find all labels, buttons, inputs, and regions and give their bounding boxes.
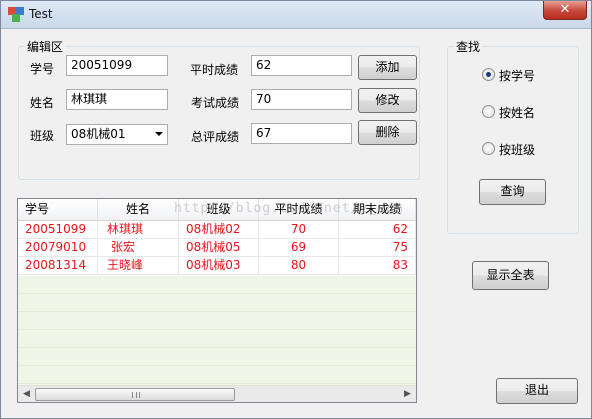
app-icon — [8, 7, 24, 23]
app-window: Test ✕ 编辑区 学号 20051099 姓名 林琪琪 班级 08机械01 … — [0, 0, 592, 419]
delete-button[interactable]: 删除 — [358, 120, 417, 145]
search-group-legend: 查找 — [456, 40, 481, 54]
grid-rows: 20051099 林琪琪 08机械02 70 62 20079010 张宏 08… — [18, 221, 416, 275]
table-row[interactable]: 20081314 王晓峰 08机械03 80 83 — [18, 257, 416, 275]
title-bar: Test ✕ — [1, 1, 591, 29]
column-header-name[interactable]: 姓名 — [98, 199, 179, 220]
grip-icon — [132, 392, 140, 398]
total-score-label: 总评成绩 — [191, 130, 240, 144]
table-row[interactable]: 20079010 张宏 08机械05 69 75 — [18, 239, 416, 257]
total-score-input[interactable]: 67 — [251, 123, 352, 144]
regular-score-input[interactable]: 62 — [251, 55, 352, 76]
scrollbar-thumb[interactable] — [35, 388, 235, 401]
cell-final[interactable]: 62 — [339, 221, 416, 238]
class-select[interactable]: 08机械01 — [66, 124, 168, 145]
cell-id[interactable]: 20081314 — [18, 257, 98, 274]
exam-score-label: 考试成绩 — [191, 96, 240, 110]
close-button[interactable]: ✕ — [543, 1, 587, 20]
name-input[interactable]: 林琪琪 — [66, 89, 168, 110]
cell-id[interactable]: 20079010 — [18, 239, 98, 256]
class-select-value: 08机械01 — [71, 127, 126, 141]
column-header-class[interactable]: 班级 — [179, 199, 259, 220]
radio-by-class-button[interactable] — [482, 142, 495, 155]
window-title: Test — [29, 7, 53, 21]
column-header-regular[interactable]: 平时成绩 — [259, 199, 339, 220]
grid-empty-area — [18, 276, 416, 387]
radio-by-name-button[interactable] — [482, 105, 495, 118]
close-icon: ✕ — [559, 2, 571, 17]
cell-regular[interactable]: 70 — [259, 221, 339, 238]
scroll-right-icon[interactable]: ▶ — [399, 386, 416, 402]
exit-button[interactable]: 退出 — [496, 378, 578, 404]
query-button[interactable]: 查询 — [479, 179, 546, 205]
show-all-button[interactable]: 显示全表 — [472, 261, 549, 290]
cell-regular[interactable]: 69 — [259, 239, 339, 256]
class-label: 班级 — [30, 129, 55, 143]
cell-id[interactable]: 20051099 — [18, 221, 98, 238]
cell-class[interactable]: 08机械02 — [179, 221, 259, 238]
radio-by-id-label: 按学号 — [499, 69, 536, 83]
chevron-down-icon[interactable] — [155, 132, 163, 136]
cell-name[interactable]: 张宏 — [98, 239, 179, 256]
student-id-input[interactable]: 20051099 — [66, 55, 168, 76]
modify-button[interactable]: 修改 — [358, 88, 417, 113]
client-area: 编辑区 学号 20051099 姓名 林琪琪 班级 08机械01 平时成绩 62… — [2, 30, 590, 418]
cell-name[interactable]: 林琪琪 — [98, 221, 179, 238]
cell-final[interactable]: 83 — [339, 257, 416, 274]
table-row[interactable]: 20051099 林琪琪 08机械02 70 62 — [18, 221, 416, 239]
column-header-final[interactable]: 期末成绩 — [339, 199, 416, 220]
student-grid[interactable]: 学号 姓名 班级 平时成绩 期末成绩 http://blog.csdn.net/… — [17, 198, 417, 403]
radio-by-name-label: 按姓名 — [499, 106, 536, 120]
radio-by-class-label: 按班级 — [499, 143, 536, 157]
cell-name[interactable]: 王晓峰 — [98, 257, 179, 274]
grid-header: 学号 姓名 班级 平时成绩 期末成绩 — [18, 199, 416, 221]
regular-score-label: 平时成绩 — [190, 63, 239, 77]
name-label: 姓名 — [30, 96, 55, 110]
student-id-label: 学号 — [30, 62, 55, 76]
scroll-left-icon[interactable]: ◀ — [18, 386, 35, 402]
column-header-id[interactable]: 学号 — [18, 199, 98, 220]
cell-class[interactable]: 08机械05 — [179, 239, 259, 256]
add-button[interactable]: 添加 — [358, 55, 417, 80]
cell-regular[interactable]: 80 — [259, 257, 339, 274]
cell-class[interactable]: 08机械03 — [179, 257, 259, 274]
edit-group-legend: 编辑区 — [27, 40, 64, 54]
horizontal-scrollbar[interactable]: ◀ ▶ — [18, 385, 416, 402]
radio-by-id-button[interactable] — [482, 68, 495, 81]
cell-final[interactable]: 75 — [339, 239, 416, 256]
exam-score-input[interactable]: 70 — [251, 89, 352, 110]
